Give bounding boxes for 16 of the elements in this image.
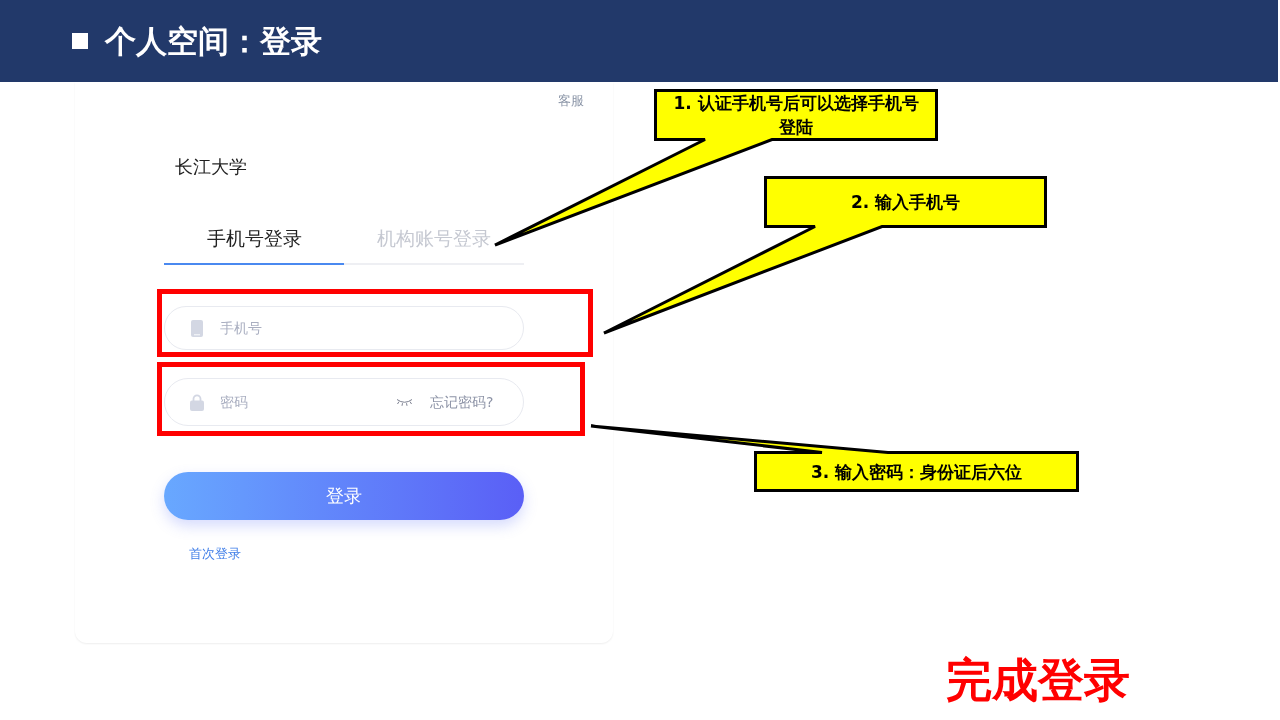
completion-caption: 完成登录 (946, 652, 1130, 709)
slide-title: 个人空间：登录 (105, 22, 322, 61)
login-button[interactable]: 登录 (164, 472, 524, 520)
closed-eye-icon[interactable] (396, 398, 413, 406)
callout-text: 1. 认证手机号后可以选择手机号登陆 (672, 92, 920, 139)
square-bullet-icon (72, 33, 88, 49)
callout-text: 3. 输入密码：身份证后六位 (810, 460, 1023, 484)
forgot-password-link[interactable]: 忘记密码? (430, 392, 494, 412)
callout-text: 2. 输入手机号 (850, 191, 961, 214)
phone-icon (191, 319, 203, 337)
school-name: 长江大学 (175, 155, 247, 179)
first-login-link[interactable]: 首次登录 (189, 545, 241, 563)
lock-icon (190, 393, 204, 411)
service-link[interactable]: 客服 (558, 91, 584, 111)
login-tab[interactable]: 手机号登录 (164, 224, 344, 265)
phone-field[interactable]: 手机号 (164, 306, 524, 350)
